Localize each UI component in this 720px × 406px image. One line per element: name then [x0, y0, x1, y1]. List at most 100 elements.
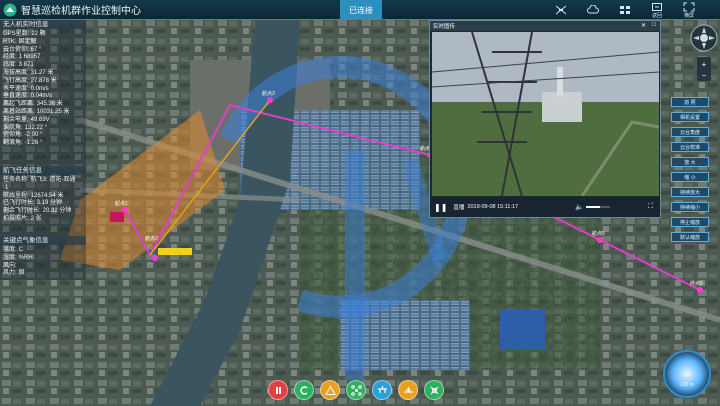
waypoint-label: 航点5	[592, 230, 605, 237]
camera-control-button[interactable]: 云台角度	[671, 127, 709, 137]
cloud-button[interactable]	[580, 1, 606, 19]
grid-icon	[620, 6, 630, 14]
mission-info-header: 航飞任务信息	[0, 166, 86, 175]
video-header: 实时图传 ✕ □	[430, 21, 660, 31]
weather-info-value: 级	[18, 270, 25, 277]
fullscreen-icon[interactable]: ⛶	[648, 203, 653, 211]
video-feed[interactable]	[432, 32, 659, 196]
uav-info-key: 离起飞距离:	[3, 101, 35, 108]
uav-info-row: 离起飞距离: 345.36 米	[3, 101, 63, 108]
drone-action-button[interactable]	[346, 380, 366, 400]
weather-info-row: 湿度: %RH	[3, 255, 33, 262]
video-timestamp: 2019-09-08 15:11:17	[467, 204, 519, 210]
pause-icon	[275, 386, 281, 394]
landscape-button[interactable]: 横屏	[676, 1, 702, 19]
volume-level	[586, 206, 601, 208]
grid-button[interactable]	[612, 1, 638, 19]
pause-icon[interactable]: ❚❚	[434, 203, 447, 212]
uav-info-row: 俯仰角: -2.00 °	[3, 132, 42, 139]
volume-slider[interactable]	[586, 206, 610, 208]
maximize-icon[interactable]: □	[652, 22, 656, 28]
mission-info-row: 剩余飞行时长: 20.32 分钟	[3, 208, 71, 215]
uav-info-row: 纬度: 3 871	[3, 62, 34, 69]
warning-action-button[interactable]	[320, 380, 340, 400]
weather-info-row: 风向:	[3, 263, 19, 270]
uav-info-value: 67 °	[30, 46, 42, 53]
uav-info-row: 垂直速度: 0.04m/s	[3, 93, 52, 100]
drone-button[interactable]	[548, 1, 574, 19]
uav-info-key: 飞行高度:	[3, 77, 29, 84]
close-icon[interactable]: ✕	[641, 22, 646, 29]
cloud-icon	[587, 5, 599, 14]
camera-control-button[interactable]: 默认缩放	[671, 232, 709, 242]
uav-info-value: -1.26 °	[24, 140, 43, 147]
camera-control-button[interactable]: 持续缩小	[671, 202, 709, 212]
camera-control-button[interactable]: 停止缩放	[671, 217, 709, 227]
uav-info-key: 水平速度:	[3, 85, 29, 92]
takeoff-icon	[377, 385, 387, 393]
uav-info-header: 无人机实时信息	[0, 20, 86, 29]
uav-info-value: 31.27 米	[30, 70, 54, 76]
live-video-window[interactable]: 实时图传 ✕ □ ❚❚ 直播 2019-09-08 15:11:17 🔈 ⛶	[429, 20, 661, 218]
uav-info-value: -2.00 °	[24, 132, 43, 139]
uav-info-row: 翻滚角: -1.26 °	[3, 140, 42, 147]
weather-info-key: 温度:	[3, 247, 17, 253]
mission-info-value: 1	[5, 184, 9, 191]
uav-info-key: 翻滚角:	[3, 140, 23, 147]
return-action-button[interactable]	[294, 380, 314, 400]
uav-info-key: 偏航角:	[3, 124, 23, 131]
uav-info-value: 固定解	[18, 38, 37, 45]
logo-icon	[3, 3, 17, 16]
mission-info-row: 已飞行时长: 3.19 分钟	[3, 200, 62, 207]
uav-info-value: 0.0m/s	[30, 85, 49, 92]
mission-info-value: 12674.54 米	[30, 192, 64, 199]
waypoint-label: 航点3	[262, 90, 275, 97]
pause-action-button[interactable]	[268, 380, 288, 400]
mission-info-value: 航飞3: 道花-双通	[30, 177, 76, 183]
waypoint-marker	[697, 287, 703, 293]
drone-marker	[110, 212, 124, 222]
uav-info-value: 3 871	[18, 62, 34, 69]
volume-icon[interactable]: 🔈	[575, 203, 584, 211]
video-title: 实时图传	[433, 24, 456, 30]
camera-control-button[interactable]: 云台校准	[671, 142, 709, 152]
uav-info-key: 纬度:	[3, 62, 17, 69]
uav-info-row: 剩余电量: 49.69V	[3, 117, 50, 124]
camera-control-button[interactable]: 相机设置	[671, 112, 709, 122]
rotor-icon	[430, 386, 438, 394]
camera-control-button[interactable]: 缩 小	[671, 172, 709, 182]
mission-info-value: 20.32 分钟	[42, 208, 72, 215]
yellow-label-marker	[158, 248, 192, 255]
waypoint-marker	[597, 237, 603, 243]
uav-info-key: 俯仰角:	[3, 132, 23, 139]
uav-info-key: GPS星数:	[3, 31, 30, 37]
uav-info-value: 1 68957	[18, 54, 41, 61]
uav-info-row: GPS星数: 22 颗	[3, 31, 46, 38]
uav-info-value: 132.22 °	[24, 124, 48, 131]
connection-status: 已连接	[340, 0, 382, 20]
takeoff-action-button[interactable]	[372, 380, 392, 400]
camera-control-button[interactable]: 放 大	[671, 157, 709, 167]
camera-control-button[interactable]: 持续放大	[671, 187, 709, 197]
mission-info-row: 任务名称: 航飞3: 道花-双通	[3, 177, 75, 184]
uav-info-row: 偏航角: 132.22 °	[3, 125, 47, 132]
land-action-button[interactable]	[398, 380, 418, 400]
waypoint-label: 终点6	[690, 280, 703, 287]
uav-info-value: 10031.25 米	[36, 109, 70, 115]
mission-info-key: 拍摄照片:	[3, 216, 29, 222]
camera-control-button[interactable]: 前 照	[671, 97, 709, 107]
live-label: 直播	[453, 205, 465, 211]
back-button[interactable]: 返回	[644, 1, 670, 19]
locate-button[interactable]: 100 m	[663, 350, 711, 398]
drone-icon	[350, 384, 362, 396]
waypoint-marker	[152, 255, 158, 261]
rotor-action-button[interactable]	[424, 380, 444, 400]
weather-info-key: 风向:	[3, 262, 17, 269]
uav-info-row: 水平速度: 0.0m/s	[3, 86, 49, 93]
uav-info-row: 飞行高度: 27.878 米	[3, 78, 57, 85]
mission-info-row: 航线里程: 12674.54 米	[3, 193, 63, 200]
warning-icon	[324, 384, 336, 395]
mission-info-row: 1	[3, 185, 8, 192]
compass-icon	[690, 24, 718, 52]
info-panel: 无人机实时信息 GPS星数: 22 颗 RTK: 固定解 云台俯仰: 67 ° 经度: 1 6…	[0, 20, 86, 280]
